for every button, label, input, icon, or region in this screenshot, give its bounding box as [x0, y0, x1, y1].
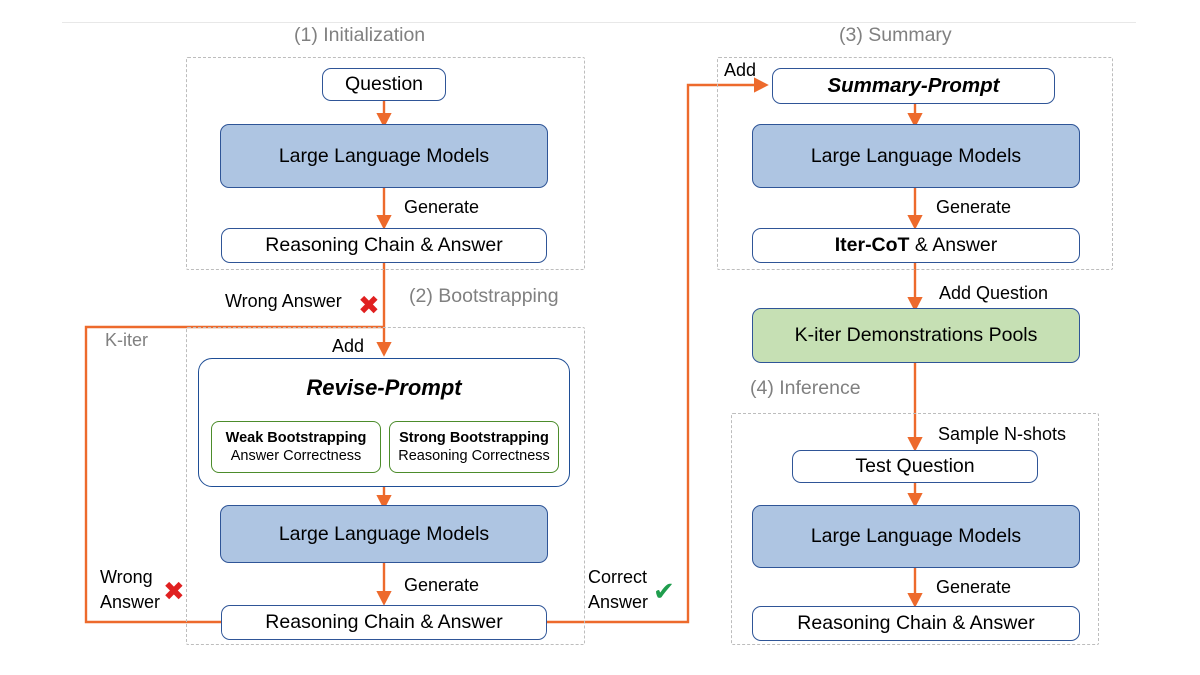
node-llm-initialization[interactable]: Large Language Models	[220, 124, 548, 188]
node-revise-prompt[interactable]: Revise-Prompt Weak Bootstrapping Answer …	[198, 358, 570, 487]
node-test-question[interactable]: Test Question	[792, 450, 1038, 483]
strong-bootstrapping-subtitle: Reasoning Correctness	[398, 447, 550, 465]
weak-bootstrapping-title: Weak Bootstrapping	[226, 429, 367, 447]
edge-label-add-bootstrapping: Add	[332, 336, 364, 358]
edge-label-correct-answer-line1: Correct	[588, 567, 647, 588]
correct-answer-check-icon: ✔	[653, 578, 675, 604]
node-k-iter-demonstrations-pools[interactable]: K-iter Demonstrations Pools	[752, 308, 1080, 363]
stage-title-initialization: (1) Initialization	[294, 24, 425, 47]
edge-label-wrong-answer-left-line2: Answer	[100, 592, 160, 613]
itercot-rest-text: & Answer	[909, 234, 997, 256]
node-itercot-answer[interactable]: Iter-CoT & Answer	[752, 228, 1080, 263]
node-llm-inference[interactable]: Large Language Models	[752, 505, 1080, 568]
node-llm-summary[interactable]: Large Language Models	[752, 124, 1080, 188]
edge-label-wrong-answer-top: Wrong Answer	[225, 291, 342, 313]
node-reasoning-chain-answer-2[interactable]: Reasoning Chain & Answer	[221, 605, 547, 640]
wrong-answer-x-icon-left: ✖	[163, 578, 185, 604]
edge-label-generate-1: Generate	[404, 197, 479, 219]
strong-bootstrapping-title: Strong Bootstrapping	[399, 429, 549, 447]
edge-label-add-summary: Add	[724, 60, 756, 82]
wrong-answer-x-icon-top: ✖	[358, 292, 380, 318]
itercot-bold-text: Iter-CoT	[835, 234, 910, 256]
edge-label-add-question: Add Question	[939, 283, 1048, 305]
edge-label-sample-n-shots: Sample N-shots	[938, 424, 1066, 446]
edge-label-wrong-answer-left-line1: Wrong	[100, 567, 153, 588]
node-reasoning-chain-answer-1[interactable]: Reasoning Chain & Answer	[221, 228, 547, 263]
stage-title-inference: (4) Inference	[750, 377, 861, 400]
node-reasoning-chain-answer-3[interactable]: Reasoning Chain & Answer	[752, 606, 1080, 641]
weak-bootstrapping-subtitle: Answer Correctness	[231, 447, 362, 465]
node-strong-bootstrapping[interactable]: Strong Bootstrapping Reasoning Correctne…	[389, 421, 559, 473]
node-weak-bootstrapping[interactable]: Weak Bootstrapping Answer Correctness	[211, 421, 381, 473]
figure-canvas: (1) Initialization (2) Bootstrapping (3)…	[0, 0, 1200, 675]
node-question[interactable]: Question	[322, 68, 446, 101]
edge-label-generate-3: Generate	[936, 197, 1011, 219]
edge-label-k-iter: K-iter	[105, 330, 148, 352]
node-llm-bootstrapping[interactable]: Large Language Models	[220, 505, 548, 563]
edge-label-generate-2: Generate	[404, 575, 479, 597]
stage-title-summary: (3) Summary	[839, 24, 952, 47]
revise-prompt-title: Revise-Prompt	[199, 375, 569, 401]
edge-label-generate-4: Generate	[936, 577, 1011, 599]
edge-label-correct-answer-line2: Answer	[588, 592, 648, 613]
stage-title-bootstrapping: (2) Bootstrapping	[409, 285, 559, 308]
node-summary-prompt[interactable]: Summary-Prompt	[772, 68, 1055, 104]
